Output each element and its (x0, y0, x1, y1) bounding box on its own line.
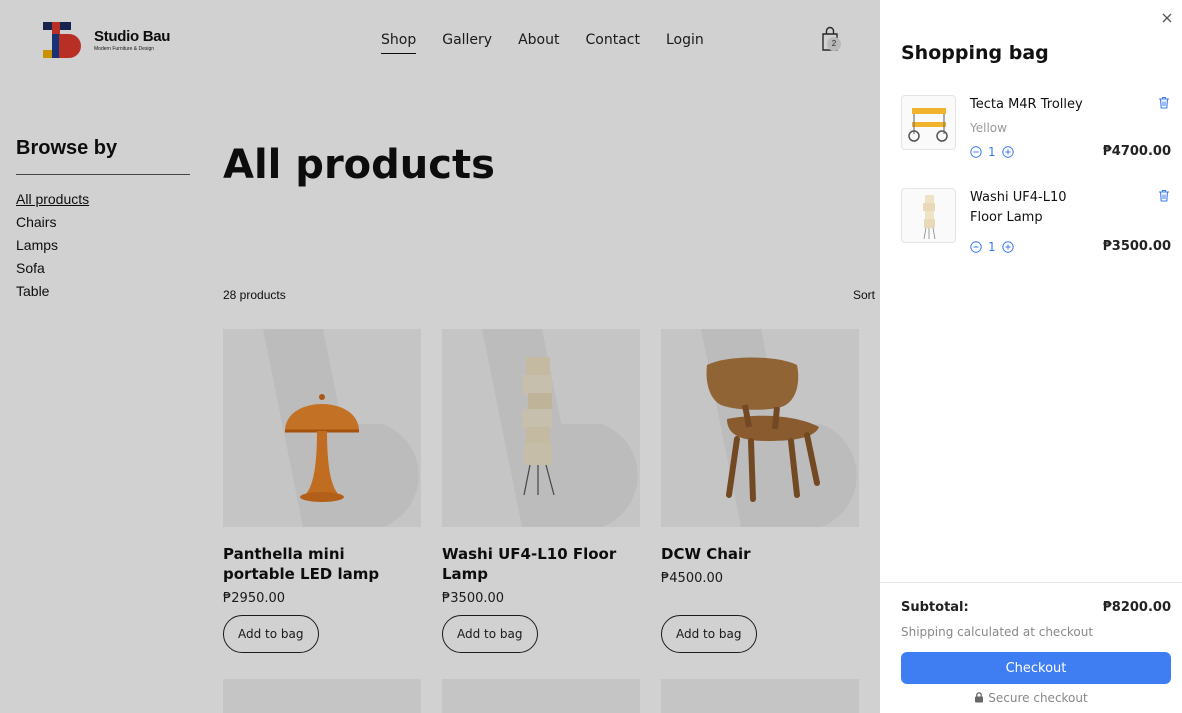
minus-circle-icon[interactable] (970, 241, 982, 253)
minus-circle-icon[interactable] (970, 146, 982, 158)
bag-item-image (901, 95, 956, 150)
drawer-title: Shopping bag (901, 42, 1049, 64)
plus-circle-icon[interactable] (1001, 146, 1014, 158)
bag-item-name: Washi UF4-L10 Floor Lamp (970, 190, 1067, 225)
bag-item-price: ₱4700.00 (1102, 144, 1171, 159)
quantity-stepper: 1 (970, 240, 1014, 254)
quantity-stepper: 1 (970, 145, 1014, 159)
subtotal-value: ₱8200.00 (1102, 600, 1171, 615)
bag-item-name: Tecta M4R Trolley (970, 97, 1083, 112)
bag-item: Washi UF4-L10 Floor Lamp 1 ₱3500.00 (901, 188, 1171, 258)
checkout-button[interactable]: Checkout (901, 652, 1171, 684)
bag-item-image (901, 188, 956, 243)
bag-footer: Subtotal: ₱8200.00 Shipping calculated a… (880, 582, 1182, 713)
lock-icon (975, 692, 984, 703)
shipping-note: Shipping calculated at checkout (901, 625, 1094, 639)
close-icon[interactable] (1162, 13, 1172, 23)
shopping-bag-drawer: Shopping bag Tecta M4R Trolley Yellow 1 (880, 0, 1182, 713)
paper-floor-lamp-icon (923, 195, 936, 240)
bag-item-price: ₱3500.00 (1102, 239, 1171, 254)
plus-circle-icon[interactable] (1001, 241, 1014, 253)
yellow-trolley-icon (908, 108, 948, 142)
modal-overlay[interactable] (0, 0, 880, 713)
subtotal-label: Subtotal: (901, 600, 969, 615)
trash-icon[interactable] (1158, 189, 1170, 202)
bag-item: Tecta M4R Trolley Yellow 1 ₱4700.00 (901, 95, 1171, 165)
secure-checkout-note: Secure checkout (880, 691, 1182, 705)
bag-item-variant: Yellow (970, 121, 1007, 135)
secure-checkout-label: Secure checkout (988, 691, 1088, 705)
quantity-value: 1 (988, 240, 996, 254)
trash-icon[interactable] (1158, 96, 1170, 109)
quantity-value: 1 (988, 145, 996, 159)
